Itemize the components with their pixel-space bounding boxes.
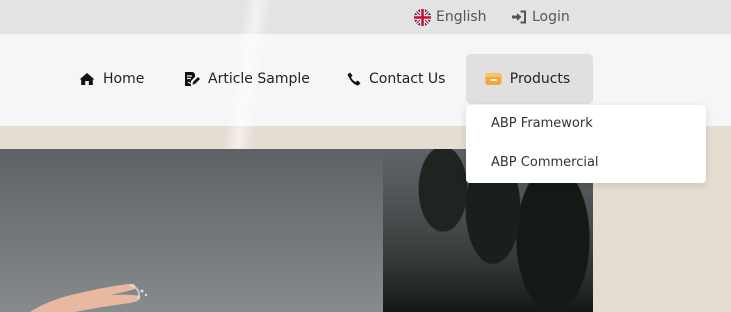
nav-label-contact-us: Contact Us — [369, 71, 446, 87]
uk-flag-icon — [414, 8, 431, 26]
home-icon — [79, 72, 95, 86]
login-label: Login — [532, 9, 570, 25]
sign-in-icon — [511, 10, 527, 24]
dropdown-item-abp-commercial[interactable]: ABP Commercial — [491, 155, 599, 170]
nav-label-home: Home — [103, 71, 145, 87]
nav-item-products[interactable]: Products — [466, 54, 593, 104]
edit-document-icon — [184, 71, 200, 87]
box-icon — [485, 72, 502, 86]
language-label: English — [436, 9, 487, 25]
nav-item-contact-us[interactable]: Contact Us — [347, 54, 445, 104]
nav-item-home[interactable]: Home — [79, 54, 144, 104]
login-link[interactable]: Login — [511, 0, 570, 34]
products-dropdown-menu: ABP Framework ABP Commercial — [466, 105, 706, 183]
language-selector[interactable]: English — [414, 0, 487, 34]
nav-label-article-sample: Article Sample — [208, 71, 310, 87]
phone-icon — [347, 72, 361, 86]
dropdown-item-abp-framework[interactable]: ABP Framework — [491, 116, 593, 131]
hero-hand — [30, 283, 148, 312]
top-bar: English Login — [0, 0, 731, 34]
nav-item-article-sample[interactable]: Article Sample — [184, 54, 310, 104]
nav-label-products: Products — [509, 71, 571, 87]
